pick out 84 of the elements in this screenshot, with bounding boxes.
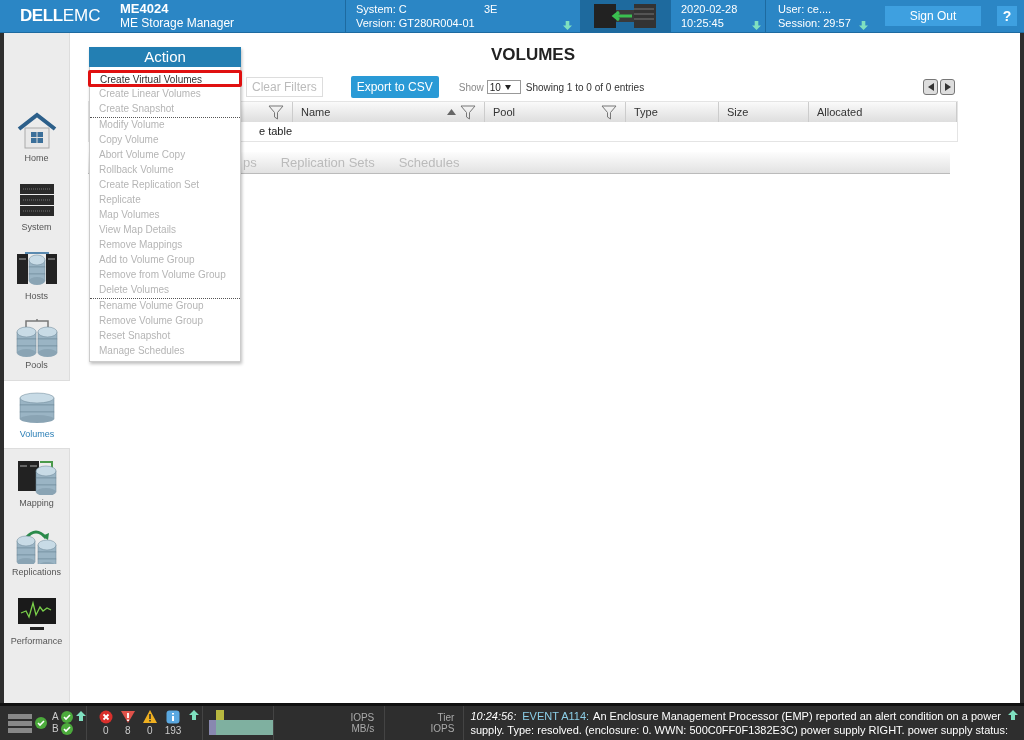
column-header[interactable]: Type (626, 102, 719, 122)
right-caret-icon (944, 83, 951, 91)
date-text: 2020-02-28 (681, 2, 738, 16)
session-text: Session: 29:57 (778, 16, 851, 30)
info-icon[interactable] (166, 710, 180, 724)
left-caret-icon (927, 83, 934, 91)
capacity-bars-drawing[interactable] (208, 710, 273, 736)
up-arrow-icon[interactable] (189, 710, 200, 720)
house-icon (15, 111, 58, 150)
nav-item[interactable]: Hosts (4, 242, 69, 311)
alert-count: 0 (102, 724, 109, 737)
event-code[interactable]: EVENT A114: (522, 709, 590, 723)
down-arrow-icon[interactable] (563, 21, 572, 30)
nav-item[interactable]: Mapping (4, 449, 69, 518)
nav-label: Home (24, 151, 49, 165)
io-label: MB/s (351, 723, 375, 734)
controller-label: A (52, 711, 59, 723)
down-arrow-icon[interactable] (859, 21, 868, 30)
tier-label: Tier (437, 712, 455, 723)
check-icon (35, 717, 47, 729)
tier-label: IOPS (430, 723, 455, 734)
system-label: System: C (356, 2, 408, 16)
user-text: User: ce.... (778, 2, 832, 16)
critical-icon[interactable] (98, 710, 113, 724)
alert-count: 193 (164, 724, 182, 737)
pools-icon (15, 318, 58, 357)
check-icon (60, 723, 73, 735)
alert-count: 0 (146, 724, 153, 737)
previous-page-button[interactable] (923, 79, 938, 95)
nav-label: Replications (12, 565, 61, 579)
product-subtitle: ME Storage Manager (120, 16, 235, 30)
menu-item[interactable]: Create Virtual Volumes (88, 70, 242, 87)
nav-item[interactable]: Performance (4, 587, 69, 656)
clear-filters-button[interactable]: Clear Filters (246, 77, 323, 97)
product-name: ME4024 (120, 2, 170, 16)
nav-item[interactable]: Volumes (4, 380, 70, 449)
empty-table-text: e table (259, 124, 293, 140)
enclosure-icon[interactable] (592, 2, 658, 30)
event-message-continued: supply. Type: resolved. (enclosure: 0. WWN: 500C0FF0F1382E3C) power supply RIGHT. power supply status: (470, 723, 1008, 737)
alert-count: 8 (124, 724, 131, 737)
help-button[interactable]: ? (997, 6, 1017, 26)
page-title: VOLUMES (490, 45, 576, 65)
dropdown-icon (504, 84, 511, 90)
column-header[interactable]: Allocated (809, 102, 957, 122)
event-time: 10:24:56: (470, 709, 517, 723)
nav-item[interactable]: Home (4, 104, 69, 173)
nav-item[interactable]: Replications (4, 518, 69, 587)
sign-out-button[interactable]: Sign Out (885, 6, 981, 26)
filter-icon[interactable] (460, 104, 476, 120)
column-header[interactable]: Name (293, 102, 485, 122)
show-label: Show (458, 80, 484, 95)
nav-item[interactable]: System (4, 173, 69, 242)
page-size-select[interactable]: 10 (486, 80, 521, 94)
up-arrow-icon[interactable] (75, 711, 86, 721)
nav-item[interactable]: Pools (4, 311, 69, 380)
nav-label: Hosts (25, 289, 48, 303)
nav-label: Pools (25, 358, 48, 372)
enclosure-status-icon[interactable] (8, 713, 32, 733)
error-icon[interactable] (120, 710, 135, 724)
entries-info: Showing 1 to 0 of 0 entries (525, 80, 645, 95)
nav-label: Volumes (19, 427, 55, 441)
time-text: 10:25:45 (681, 16, 724, 30)
warning-icon[interactable] (142, 710, 157, 724)
system-id: 3E (484, 2, 498, 16)
up-arrow-icon[interactable] (1008, 710, 1018, 720)
nav-label: Mapping (19, 496, 54, 510)
hosts-icon (15, 249, 58, 288)
controller-label: B (52, 723, 59, 735)
event-message: An Enclosure Management Processor (EMP) reported an alert condition on a power (593, 709, 1001, 723)
version-label: Version: GT280R004-01 (356, 16, 475, 30)
export-csv-button[interactable]: Export to CSV (350, 76, 439, 98)
next-page-button[interactable] (940, 79, 955, 95)
action-menu-title: Action (89, 47, 241, 67)
logo: DELLEMC (19, 5, 102, 28)
filter-icon[interactable] (601, 104, 617, 120)
column-header[interactable]: Pool (485, 102, 626, 122)
check-icon (60, 711, 73, 723)
io-label: IOPS (350, 712, 375, 723)
nav-label: System (21, 220, 52, 234)
down-arrow-icon[interactable] (752, 21, 761, 30)
sort-up-icon[interactable] (447, 109, 456, 115)
column-header[interactable]: Size (719, 102, 809, 122)
filter-icon[interactable] (268, 104, 284, 120)
nav-label: Performance (10, 634, 63, 648)
